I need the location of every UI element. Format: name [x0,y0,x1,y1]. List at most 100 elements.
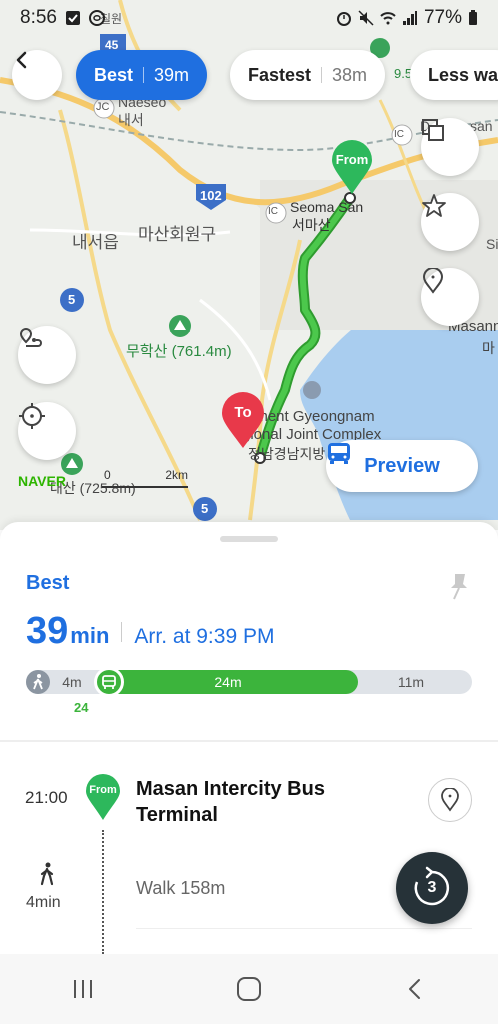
to-pin-icon [222,392,264,448]
duration-separator [121,621,123,642]
pushpin-icon [451,574,467,600]
location-pin-button[interactable] [421,268,479,326]
preview-button[interactable]: Preview [326,440,478,492]
route-segments-bar: 4m 24m 11m [26,667,472,697]
map-label-seoma-kr: 서마산 [292,217,331,233]
stop-location-button[interactable] [428,778,472,822]
home-icon [237,977,261,1001]
walk-segment-icon [26,670,50,694]
favorite-button[interactable] [421,193,479,251]
walk-minutes: 4min [26,894,61,911]
status-time: 8:56 [20,7,57,28]
battery-icon [469,10,477,25]
map-view[interactable]: Naeseo 내서 JC 45 102 5 5 내서읍 마산회원구 IC IC … [0,0,498,530]
walk-divider [136,928,472,929]
walk-segment-2-duration: 11m [397,674,425,690]
layers-icon [422,119,444,141]
battery-percent: 77% [423,7,462,28]
preview-label: Preview [364,454,440,477]
recent-apps-button[interactable] [53,964,113,1014]
from-pin-label: From [335,152,369,167]
map-label-ic3: IC [394,129,404,140]
route-tab-less-walking-label: Less wa [428,64,498,85]
status-bar: 8:56 77% [0,0,498,36]
route-tab-fastest[interactable]: Fastest 38m [230,50,386,100]
naver-logo: NAVER [18,473,66,489]
map-label-ic2: IC [268,206,278,217]
map-label-masanhoewon: 마산회원구 [138,225,217,244]
from-marker-label: From [89,784,117,796]
system-nav-bar [0,954,498,1024]
from-pin[interactable]: From [330,140,374,196]
route-tab-less-walking[interactable]: Less wa [410,50,498,100]
shazam-icon [88,10,105,26]
bus-icon [328,443,350,464]
back-button[interactable] [12,50,62,100]
scale-km: 2km [165,468,188,482]
route-options-icon [19,327,42,347]
alarm-icon [336,12,351,26]
walk-segment-1-duration: 4m [62,674,82,690]
location-pin-icon [422,268,444,294]
crosshair-icon [19,403,45,429]
scale-zero: 0 [104,468,111,482]
current-location-button[interactable] [18,402,76,460]
timeline-dots [102,830,104,954]
signal-icon [402,11,417,25]
arrival-time: Arr. at 9:39 PM [134,625,275,648]
screen: Naeseo 내서 JC 45 102 5 5 내서읍 마산회원구 IC IC … [0,0,498,1024]
layers-button[interactable] [421,118,479,176]
route-tab-fastest-label: Fastest [248,64,312,85]
stop-name[interactable]: Masan Intercity Bus Terminal [136,776,356,828]
pin-route-button[interactable] [446,572,472,602]
from-marker-icon [86,774,120,820]
chip-separator [143,67,145,83]
map-label-muhaksan: 무학산 (761.4m) [126,343,232,360]
duration-number: 39 [26,610,69,652]
wifi-icon [380,12,396,25]
duration-unit: min [70,623,110,648]
refresh-count: 3 [427,879,437,896]
chevron-left-icon [16,51,27,69]
sheet-divider [0,740,498,742]
map-label-naeseo-kr: 내서 [118,112,144,128]
sheet-drag-handle[interactable] [220,536,278,542]
route-type-label: Best [26,572,70,594]
mute-icon [358,10,374,26]
bus-icon [102,675,116,689]
home-button[interactable] [219,964,279,1014]
route-tab-best-label: Best [94,64,134,85]
notification-icon [65,11,80,25]
route-options-button[interactable] [18,326,76,384]
route-shield-5a: 5 [68,292,76,307]
to-pin[interactable]: To [220,392,266,450]
walk-distance: Walk 158m [136,878,226,898]
back-nav-button[interactable] [385,964,445,1014]
from-pin-icon [332,140,372,194]
route-tab-best-duration: 39m [154,64,190,85]
route-tab-fastest-duration: 38m [332,64,368,85]
map-label-right-s: Si [486,236,498,252]
map-label-jc: JC [96,101,110,113]
route-tab-best[interactable]: Best 39m [76,50,208,100]
recent-apps-icon [74,980,92,998]
route-shield-5b: 5 [201,501,209,516]
bus-number: 24 [74,700,89,715]
map-scale: 0 2km [102,468,188,488]
chevron-left-icon [409,979,420,999]
chip-separator [321,67,323,83]
route-detail-sheet: Best 39 min Arr. at 9:39 PM 4m 24m 11m 2… [0,522,498,954]
bus-segment: 24m [98,670,358,694]
from-marker: From [84,774,122,827]
walk-step-icon [38,862,56,891]
map-label-masan-kr-right: 마 [482,340,495,356]
location-pin-icon [441,788,459,812]
refresh-button[interactable]: 3 [396,852,468,924]
walk-icon [40,862,54,886]
scale-line [102,486,188,488]
route-shield-102: 102 [200,188,222,203]
departure-time: 21:00 [25,788,68,807]
walk-icon [33,674,43,690]
bus-segment-icon [94,667,124,697]
duration-row: 39 min Arr. at 9:39 PM [26,610,274,653]
